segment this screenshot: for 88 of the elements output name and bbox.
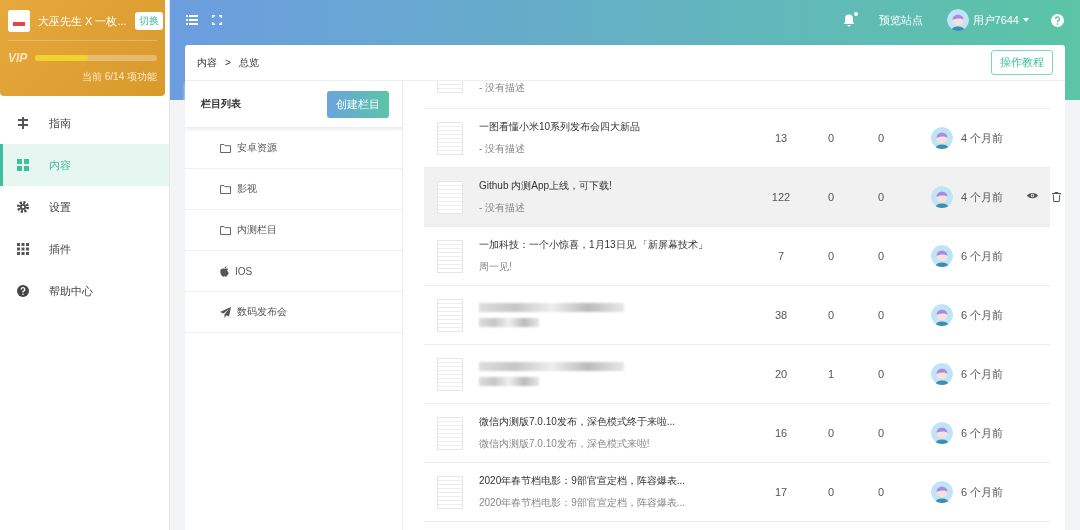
avatar-icon	[931, 363, 953, 385]
column-item[interactable]: 内测栏目	[185, 210, 402, 251]
table-cell-text: 0	[876, 486, 886, 498]
help-icon	[17, 285, 29, 297]
post-time: 6 个月前	[961, 248, 1004, 264]
avatar-icon	[931, 481, 953, 503]
post-description: 2020年春节档电影：9部官宣定档，阵容爆表...	[479, 496, 687, 510]
post-description: - 没有描述	[479, 201, 527, 215]
post-title[interactable]: 微信内测版7.0.10发布，深色模式终于来啦...	[479, 415, 734, 429]
post-time: 6 个月前	[961, 307, 1004, 323]
nav-item[interactable]: 插件	[0, 228, 169, 270]
post-thumbnail	[437, 121, 463, 155]
folder-icon	[220, 143, 231, 153]
nav-item[interactable]: 设置	[0, 186, 169, 228]
table-cell-text: 0	[826, 486, 836, 498]
feature-usage: 当前 6/14 项功能	[80, 70, 157, 84]
post-description: - 没有描述	[479, 81, 527, 95]
site-name: 大巫先生 X 一枚...	[38, 13, 127, 29]
table-cell-text: 20	[773, 368, 789, 380]
column-item[interactable]: 数码发布会	[185, 292, 402, 333]
table-cell-text: 0	[826, 132, 836, 144]
table-cell-text: 0	[876, 250, 886, 262]
avatar-icon	[931, 127, 953, 149]
apple-icon	[220, 265, 229, 277]
breadcrumb-separator: >	[225, 57, 231, 68]
post-description: - 没有描述	[479, 142, 527, 156]
table-cell-text: 16	[773, 427, 789, 439]
panel-title: 栏目列表	[201, 97, 241, 111]
table-cell-text: 1	[826, 368, 836, 380]
post-description: 周一见!	[479, 260, 513, 274]
signpost-icon	[17, 117, 29, 129]
breadcrumb-item: 总览	[238, 55, 259, 70]
table-cell-text: 13	[773, 132, 789, 144]
post-time: 6 个月前	[961, 484, 1004, 500]
column-item[interactable]: 安卓资源	[185, 128, 402, 169]
table-cell-text: 0	[876, 427, 886, 439]
post-time: 6 个月前	[961, 425, 1004, 441]
folder-icon	[220, 225, 231, 235]
post-title[interactable]: 一图看懂小米10系列发布会四大新品	[479, 120, 734, 134]
avatar-icon	[946, 9, 969, 31]
post-thumbnail	[437, 180, 463, 214]
post-title[interactable]: Github 内测App上线，可下载!	[479, 179, 734, 193]
post-thumbnail	[437, 357, 463, 391]
table-cell-text: 0	[826, 309, 836, 321]
post-time: 4 个月前	[961, 130, 1004, 146]
column-item[interactable]: 影视	[185, 169, 402, 210]
column-item[interactable]: IOS	[185, 251, 402, 292]
table-cell-text: 38	[773, 309, 789, 321]
menu-icon[interactable]	[186, 15, 198, 25]
dots-grid-icon	[17, 243, 29, 255]
post-description: 微信内测版7.0.10发布，深色模式来啦!	[479, 437, 651, 451]
nav-item[interactable]: 帮助中心	[0, 270, 169, 312]
table-cell-text: 0	[876, 368, 886, 380]
settings-icon	[17, 201, 29, 213]
post-title[interactable]: 2020年春节档电影：9部官宣定档，阵容爆表...	[479, 474, 734, 488]
vip-label: VIP	[8, 51, 28, 65]
avatar-icon	[931, 245, 953, 267]
post-title[interactable]: 一加科技：一个小惊喜，1月13日见 「新屏幕技术」	[479, 238, 734, 252]
avatar-icon	[931, 186, 953, 208]
table-cell-text: 17	[773, 486, 789, 498]
site-logo-icon	[8, 10, 30, 32]
table-cell-text: 0	[876, 191, 886, 203]
fullscreen-icon[interactable]	[212, 15, 222, 25]
post-thumbnail	[437, 239, 463, 273]
table-cell-text: 122	[770, 191, 792, 203]
help-icon[interactable]	[1051, 13, 1064, 27]
view-icon[interactable]	[1027, 192, 1038, 199]
nav-item[interactable]: 指南	[0, 102, 169, 144]
avatar-icon	[931, 304, 953, 326]
post-time: 6 个月前	[961, 366, 1004, 382]
table-cell-text: 0	[876, 309, 886, 321]
folder-icon	[220, 184, 231, 194]
post-time: 4 个月前	[961, 189, 1004, 205]
caret-icon[interactable]	[1023, 18, 1029, 22]
table-cell-text: 0	[826, 191, 836, 203]
post-thumbnail	[437, 416, 463, 450]
post-thumbnail	[437, 475, 463, 509]
avatar-icon	[931, 422, 953, 444]
notification-bell-icon[interactable]	[842, 13, 855, 27]
table-cell-text: 0	[826, 427, 836, 439]
breadcrumb-item[interactable]: 内容	[197, 55, 217, 70]
table-cell-text: 0	[876, 132, 886, 144]
delete-icon[interactable]	[1052, 192, 1061, 202]
table-cell-text: 7	[776, 250, 786, 262]
paper-plane-icon	[220, 306, 231, 318]
post-thumbnail	[437, 298, 463, 332]
grid-icon	[17, 159, 29, 171]
table-cell-text: 0	[826, 250, 836, 262]
